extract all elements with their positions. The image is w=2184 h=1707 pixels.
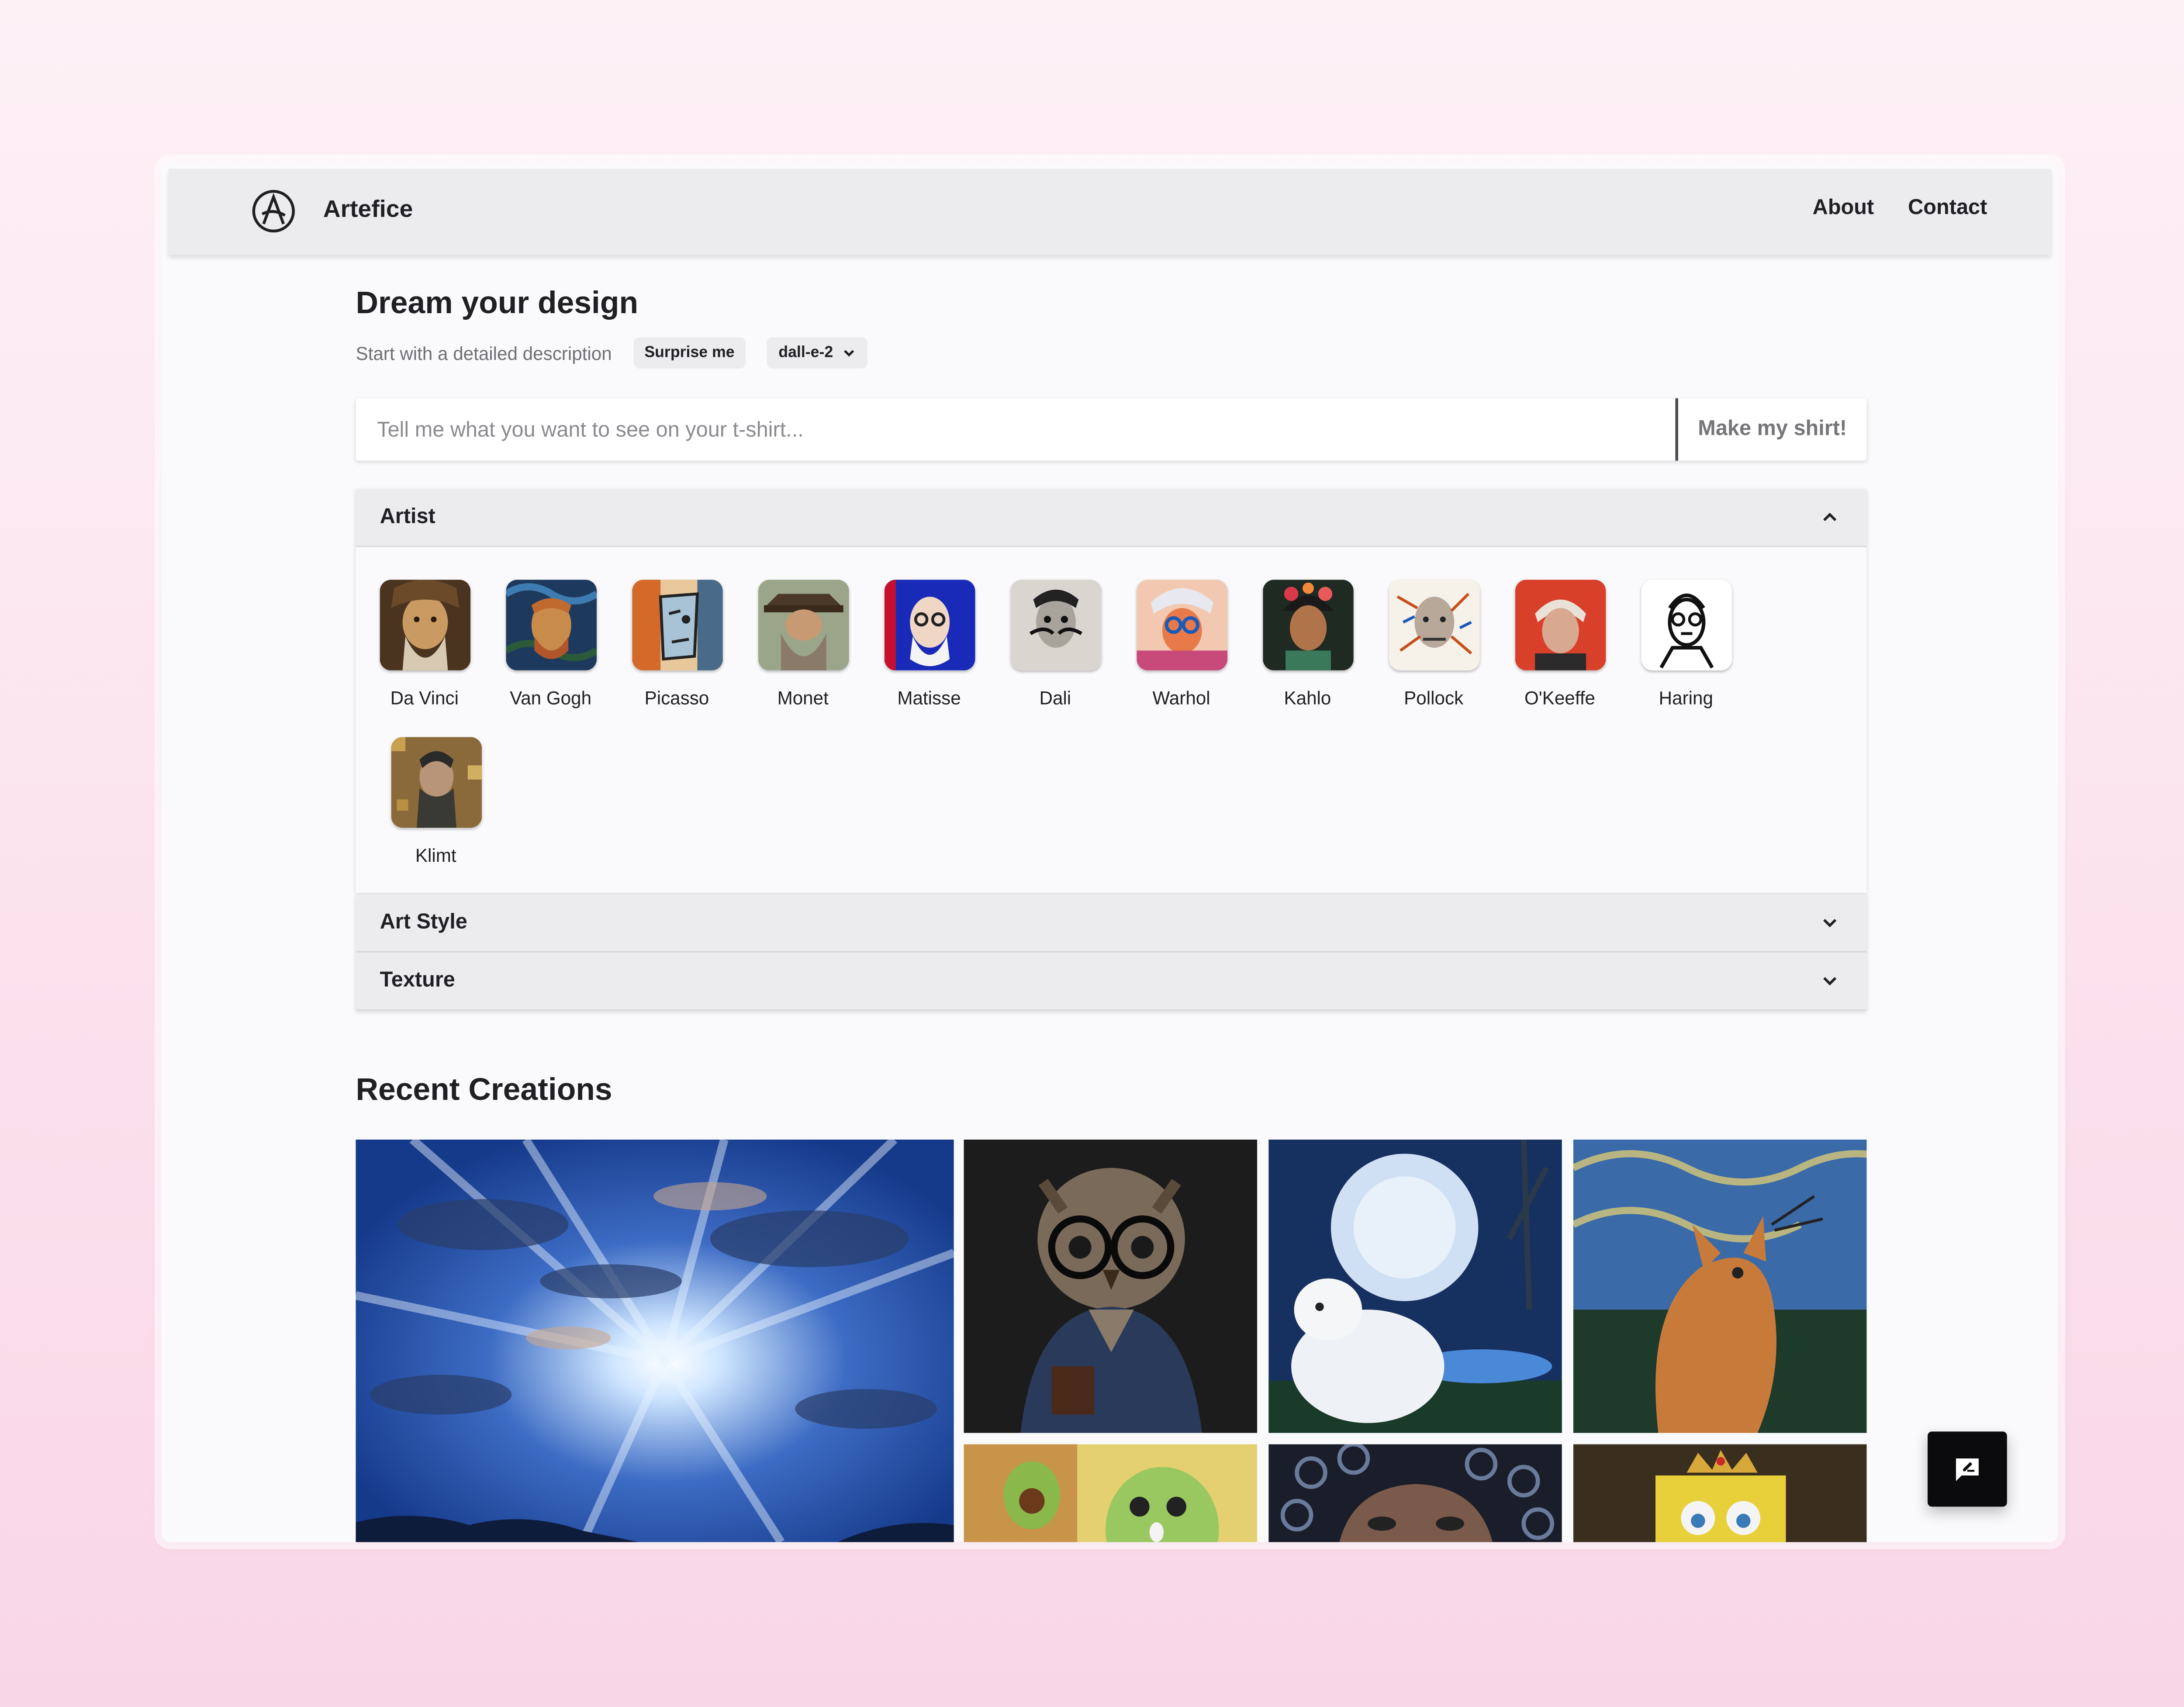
- artist-option-haring[interactable]: Haring: [1623, 580, 1749, 708]
- kahlo-portrait-icon: [1262, 580, 1353, 670]
- nav-contact-link[interactable]: Contact: [1908, 196, 1987, 220]
- top-navbar: Artefice About Contact: [169, 169, 2051, 256]
- chevron-down-icon: [843, 350, 854, 357]
- artist-name: Haring: [1659, 687, 1713, 709]
- pollock-portrait-icon: [1388, 580, 1479, 670]
- artist-option-okeeffe[interactable]: O'Keeffe: [1497, 580, 1623, 708]
- okeeffe-portrait-icon: [1514, 580, 1605, 670]
- brand-name[interactable]: Artefice: [323, 196, 413, 224]
- artist-option-da-vinci[interactable]: Da Vinci: [361, 580, 487, 708]
- nav-about-link[interactable]: About: [1813, 196, 1874, 220]
- artist-name: Kahlo: [1284, 687, 1331, 709]
- prompt-input[interactable]: [356, 398, 1674, 461]
- artist-accordion-header[interactable]: Artist: [356, 489, 1867, 547]
- artist-name: Da Vinci: [390, 687, 459, 709]
- warhol-portrait-icon: [1136, 580, 1227, 670]
- artist-option-warhol[interactable]: Warhol: [1118, 580, 1244, 708]
- creation-tile-owl[interactable]: [964, 1139, 1258, 1433]
- subtitle-row: Start with a detailed description Surpri…: [356, 336, 867, 370]
- artist-accordion: Artist Da Vinci Van Gogh Picasso Monet M…: [356, 489, 1867, 893]
- chat-feedback-icon: [1956, 1458, 1979, 1481]
- creation-tile-king[interactable]: [1573, 1444, 1867, 1542]
- recent-creations-title: Recent Creations: [356, 1071, 612, 1107]
- artist-option-van-gogh[interactable]: Van Gogh: [487, 580, 614, 708]
- van-gogh-portrait-icon: [505, 580, 596, 670]
- artist-option-picasso[interactable]: Picasso: [614, 580, 740, 708]
- artist-name: Monet: [777, 687, 829, 709]
- artist-accordion-title: Artist: [380, 504, 435, 529]
- texture-accordion: Texture: [356, 952, 1867, 1011]
- subtitle-text: Start with a detailed description: [356, 342, 612, 364]
- texture-accordion-title: Texture: [380, 968, 455, 992]
- artist-option-dali[interactable]: Dali: [992, 580, 1118, 708]
- model-select[interactable]: dall-e-2: [767, 337, 867, 369]
- artist-name: O'Keeffe: [1524, 687, 1596, 709]
- artist-option-klimt[interactable]: Klimt: [373, 737, 499, 866]
- picasso-portrait-icon: [631, 580, 722, 670]
- klimt-portrait-icon: [390, 737, 481, 828]
- creation-tile-cat[interactable]: [1573, 1139, 1867, 1433]
- page-title: Dream your design: [356, 285, 639, 321]
- app-window: Artefice About Contact Dream your design…: [161, 161, 2058, 1542]
- artist-option-monet[interactable]: Monet: [740, 580, 866, 708]
- creation-tile-dog-moon[interactable]: [1268, 1139, 1562, 1433]
- artist-option-matisse[interactable]: Matisse: [866, 580, 992, 708]
- art-style-accordion-title: Art Style: [380, 910, 467, 934]
- monet-portrait-icon: [757, 580, 849, 670]
- texture-accordion-header[interactable]: Texture: [356, 952, 1867, 1011]
- artist-name: Klimt: [415, 844, 456, 866]
- chevron-up-icon: [1823, 512, 1837, 521]
- chevron-down-icon: [1823, 977, 1837, 986]
- haring-portrait-icon: [1640, 580, 1731, 670]
- page: Artefice About Contact Dream your design…: [0, 0, 2184, 1707]
- artist-option-pollock[interactable]: Pollock: [1371, 580, 1497, 708]
- artist-name: Pollock: [1404, 687, 1464, 709]
- artist-grid: Da Vinci Van Gogh Picasso Monet Matisse …: [356, 547, 1867, 893]
- chevron-down-icon: [1823, 919, 1837, 928]
- art-style-accordion: Art Style: [356, 894, 1867, 953]
- feedback-chat-button[interactable]: [1928, 1431, 2007, 1507]
- make-shirt-button[interactable]: Make my shirt!: [1678, 398, 1867, 461]
- model-select-value: dall-e-2: [778, 344, 833, 362]
- dali-portrait-icon: [1009, 580, 1101, 670]
- artist-name: Warhol: [1152, 687, 1210, 709]
- artist-option-kahlo[interactable]: Kahlo: [1244, 580, 1371, 708]
- creation-tile-avocado[interactable]: [964, 1444, 1258, 1542]
- prompt-box: Make my shirt!: [356, 398, 1867, 461]
- logo-icon[interactable]: [251, 189, 296, 234]
- nav-links: About Contact: [1813, 196, 1987, 220]
- creation-tile-sky[interactable]: [356, 1139, 954, 1542]
- surprise-me-button[interactable]: Surprise me: [633, 337, 746, 369]
- artist-name: Matisse: [897, 687, 961, 709]
- artist-name: Picasso: [644, 687, 709, 709]
- art-style-accordion-header[interactable]: Art Style: [356, 894, 1867, 953]
- artist-name: Van Gogh: [510, 687, 592, 709]
- artist-name: Dali: [1039, 687, 1071, 709]
- matisse-portrait-icon: [884, 580, 975, 670]
- creation-tile-portrait[interactable]: [1268, 1444, 1562, 1542]
- da-vinci-portrait-icon: [379, 580, 470, 670]
